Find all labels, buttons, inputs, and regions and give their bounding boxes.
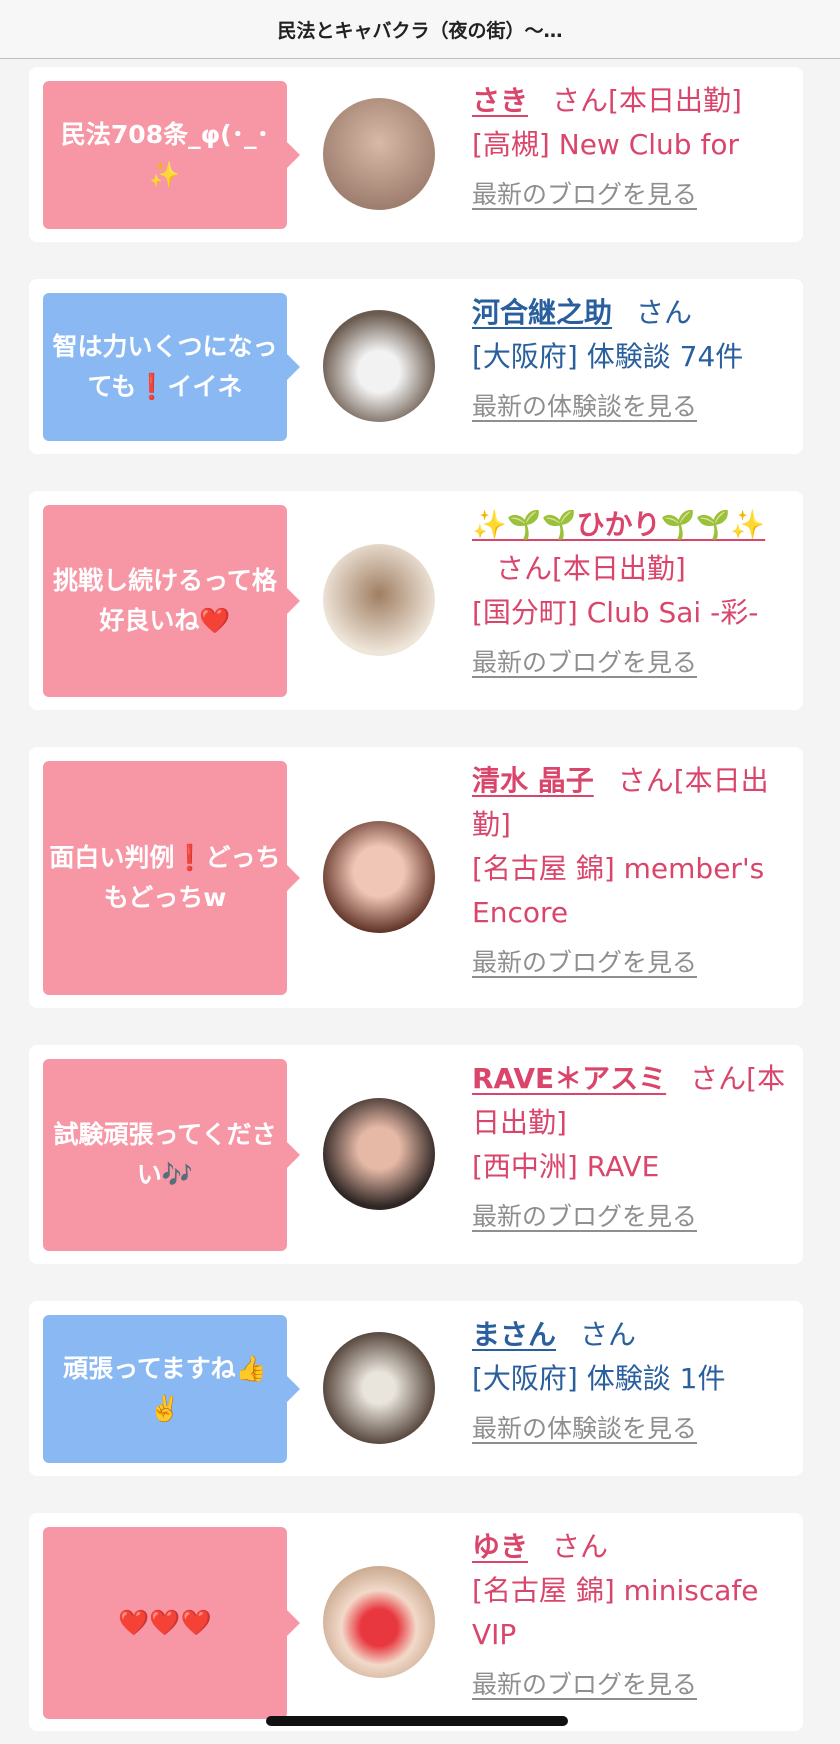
comment-bubble: 民法708条_φ(･_･✨ bbox=[43, 81, 300, 229]
avatar[interactable] bbox=[323, 1098, 435, 1210]
avatar[interactable] bbox=[323, 1332, 435, 1444]
comment-text: 面白い判例❗️どっちもどっちw bbox=[49, 843, 281, 912]
honorific: さん bbox=[552, 1530, 609, 1563]
honorific: さん[本日出勤] bbox=[496, 552, 686, 585]
latest-post-link[interactable]: 最新の体験談を見る bbox=[472, 385, 804, 429]
comment-text: 頑張ってますね👍✌️ bbox=[63, 1354, 267, 1423]
profile-card: 民法708条_φ(･_･✨ さき さん[本日出勤] [高槻] New Club f… bbox=[29, 67, 803, 242]
profile-name-link[interactable]: ✨🌱🌱ひかり🌱🌱✨ bbox=[472, 508, 765, 541]
comment-bubble: 頑張ってますね👍✌️ bbox=[43, 1315, 300, 1463]
profile-name-link[interactable]: RAVE＊アスミ bbox=[472, 1062, 666, 1095]
profile-card: 試験頑張ってください🎶 RAVE＊アスミ さん[本日出勤] [西中洲] RAVE … bbox=[29, 1045, 803, 1264]
store-text: [名古屋 錦] member's Encore bbox=[472, 852, 765, 929]
honorific: さん bbox=[636, 296, 693, 329]
latest-post-link[interactable]: 最新のブログを見る bbox=[472, 1663, 804, 1707]
store-text: [高槻] New Club for bbox=[472, 128, 739, 161]
latest-post-link[interactable]: 最新の体験談を見る bbox=[472, 1407, 804, 1451]
comment-bubble: 智は力いくつになっても❗️イイネ bbox=[43, 293, 300, 441]
honorific: さん bbox=[580, 1318, 637, 1351]
profile-card: 挑戦し続けるって格好良いね❤️ ✨🌱🌱ひかり🌱🌱✨ さん[本日出勤] [国分町] … bbox=[29, 491, 803, 710]
profile-card: 智は力いくつになっても❗️イイネ 河合継之助 さん [大阪府] 体験談 74件 最… bbox=[29, 279, 803, 454]
avatar[interactable] bbox=[323, 1566, 435, 1678]
profile-name-link[interactable]: ゆき bbox=[472, 1530, 528, 1563]
avatar[interactable] bbox=[323, 544, 435, 656]
comment-text: ❤️❤️❤️ bbox=[118, 1608, 212, 1637]
comment-text: 智は力いくつになっても❗️イイネ bbox=[52, 332, 278, 401]
profile-card: 頑張ってますね👍✌️ まさん さん [大阪府] 体験談 1件 最新の体験談を見る bbox=[29, 1301, 803, 1476]
store-text: [大阪府] 体験談 1件 bbox=[472, 1362, 726, 1395]
comment-text: 挑戦し続けるって格好良いね❤️ bbox=[53, 566, 277, 635]
home-indicator[interactable] bbox=[266, 1716, 568, 1726]
comment-bubble: 挑戦し続けるって格好良いね❤️ bbox=[43, 505, 300, 697]
store-text: [西中洲] RAVE bbox=[472, 1150, 660, 1183]
profile-card: 面白い判例❗️どっちもどっちw 清水 晶子 さん[本日出勤] [名古屋 錦] me… bbox=[29, 747, 803, 1008]
profile-name-link[interactable]: 河合継之助 bbox=[472, 296, 612, 329]
page-title-bar: 民法とキャバクラ（夜の街）〜… bbox=[0, 0, 840, 59]
avatar[interactable] bbox=[323, 310, 435, 422]
latest-post-link[interactable]: 最新のブログを見る bbox=[472, 641, 804, 685]
page-title: 民法とキャバクラ（夜の街）〜… bbox=[277, 19, 563, 42]
store-text: [大阪府] 体験談 74件 bbox=[472, 340, 744, 373]
comment-bubble: 面白い判例❗️どっちもどっちw bbox=[43, 761, 300, 995]
latest-post-link[interactable]: 最新のブログを見る bbox=[472, 173, 804, 217]
comment-bubble: ❤️❤️❤️ bbox=[43, 1527, 300, 1719]
store-text: [名古屋 錦] miniscafe VIP bbox=[472, 1574, 759, 1651]
comment-text: 試験頑張ってください🎶 bbox=[53, 1120, 277, 1189]
profile-name-link[interactable]: 清水 晶子 bbox=[472, 764, 594, 797]
avatar[interactable] bbox=[323, 98, 435, 210]
comment-text: 民法708条_φ(･_･✨ bbox=[60, 120, 270, 189]
profile-name-link[interactable]: まさん bbox=[472, 1318, 556, 1351]
latest-post-link[interactable]: 最新のブログを見る bbox=[472, 941, 804, 985]
latest-post-link[interactable]: 最新のブログを見る bbox=[472, 1195, 804, 1239]
profile-name-link[interactable]: さき bbox=[472, 84, 528, 117]
store-text: [国分町] Club Sai -彩- bbox=[472, 596, 759, 629]
avatar[interactable] bbox=[323, 821, 435, 933]
profile-card: ❤️❤️❤️ ゆき さん [名古屋 錦] miniscafe VIP 最新のブログ… bbox=[29, 1513, 803, 1731]
honorific: さん[本日出勤] bbox=[552, 84, 742, 117]
comment-bubble: 試験頑張ってください🎶 bbox=[43, 1059, 300, 1251]
